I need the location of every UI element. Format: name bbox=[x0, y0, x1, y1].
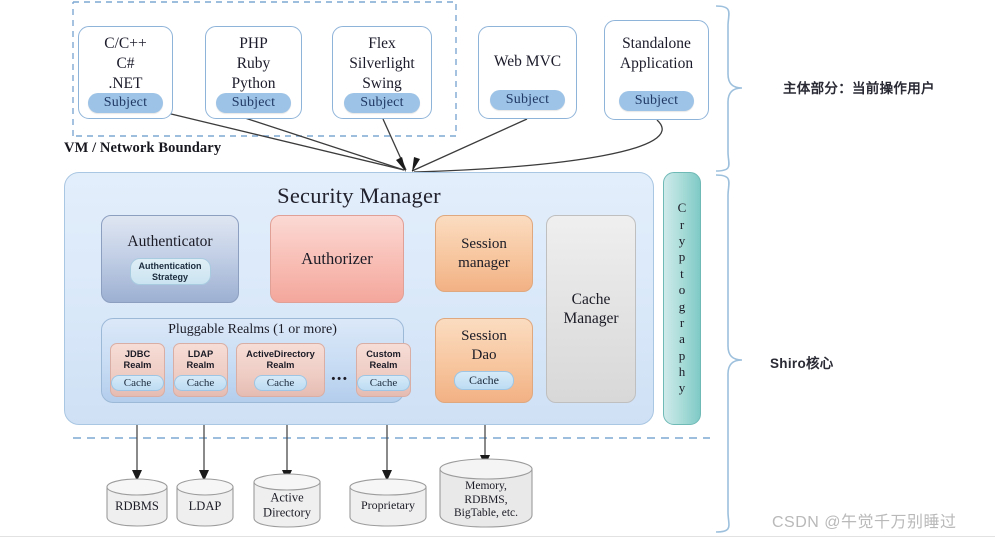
client-box-flex[interactable]: Flex Silverlight Swing Subject bbox=[332, 26, 432, 119]
datastore-active-directory[interactable]: Active Directory bbox=[252, 472, 322, 529]
client-label: C/C++ C# .NET bbox=[104, 35, 147, 92]
authorizer-label: Authorizer bbox=[301, 249, 373, 268]
datastore-rdbms[interactable]: RDBMS bbox=[105, 477, 169, 527]
subject-pill[interactable]: Subject bbox=[215, 93, 292, 114]
datastore-ldap[interactable]: LDAP bbox=[175, 477, 235, 527]
datastore-memory[interactable]: Memory, RDBMS, BigTable, etc. bbox=[438, 457, 534, 529]
datastore-label: Proprietary bbox=[361, 498, 415, 513]
subject-pill[interactable]: Subject bbox=[87, 93, 164, 114]
session-dao-label: Session Dao bbox=[461, 328, 507, 363]
brace-subject-part bbox=[715, 5, 743, 172]
realm-box-jdbc[interactable]: JDBC Realm Cache bbox=[110, 343, 165, 397]
cryptography-letter: a bbox=[679, 331, 685, 347]
client-box-standalone[interactable]: Standalone Application Subject bbox=[604, 20, 709, 120]
cryptography-letter: p bbox=[678, 347, 686, 363]
subject-pill[interactable]: Subject bbox=[344, 93, 420, 114]
client-label: Web MVC bbox=[493, 53, 562, 70]
arrowhead-left bbox=[396, 157, 406, 172]
realm-cache-pill[interactable]: Cache bbox=[173, 375, 228, 392]
vm-network-boundary-label: VM / Network Boundary bbox=[64, 140, 222, 156]
authenticator-box[interactable]: Authenticator Authentication Strategy bbox=[101, 215, 239, 303]
annotation-subject-part: 主体部分：当前操作用户 bbox=[783, 81, 935, 96]
cryptography-letter: y bbox=[678, 233, 686, 248]
client-label: Standalone Application bbox=[619, 35, 694, 72]
cryptography-letter: o bbox=[678, 282, 686, 298]
realm-label: JDBC Realm bbox=[123, 348, 152, 370]
session-dao-cache-pill[interactable]: Cache bbox=[454, 370, 514, 390]
client-label: PHP Ruby Python bbox=[231, 35, 276, 92]
cryptography-letter: r bbox=[679, 314, 685, 330]
client-box-c-cpp[interactable]: C/C++ C# .NET Subject bbox=[78, 26, 173, 119]
authenticator-label: Authenticator bbox=[127, 232, 213, 250]
datastore-proprietary[interactable]: Proprietary bbox=[348, 477, 428, 527]
cryptography-letter: r bbox=[679, 216, 685, 232]
authentication-strategy-pill[interactable]: Authentication Strategy bbox=[129, 257, 211, 286]
arrowhead-right bbox=[412, 157, 420, 172]
client-box-web-mvc[interactable]: Web MVC Subject bbox=[478, 26, 577, 119]
cryptography-label: Cryptography bbox=[678, 200, 687, 397]
realms-ellipsis: ... bbox=[331, 364, 349, 385]
pluggable-realms-box: Pluggable Realms (1 or more) JDBC Realm … bbox=[101, 318, 411, 403]
realm-box-custom[interactable]: Custom Realm Cache bbox=[356, 343, 411, 397]
realm-box-active-directory[interactable]: ActiveDirectory Realm Cache bbox=[236, 343, 325, 397]
cryptography-letter: g bbox=[678, 298, 686, 314]
cryptography-letter: t bbox=[680, 265, 684, 281]
cryptography-letter: C bbox=[677, 200, 687, 216]
watermark: CSDN @午觉千万别睡过 bbox=[772, 514, 957, 531]
realm-label: ActiveDirectory Realm bbox=[246, 348, 315, 370]
session-manager-label: Session manager bbox=[458, 235, 510, 271]
subject-to-securitymanager-arrows bbox=[166, 112, 663, 173]
security-manager-container: Security Manager Authenticator Authentic… bbox=[64, 172, 654, 425]
datastore-label: LDAP bbox=[188, 498, 222, 513]
cryptography-letter: y bbox=[678, 380, 686, 396]
realm-cache-pill[interactable]: Cache bbox=[253, 375, 308, 392]
session-manager-box[interactable]: Session manager bbox=[435, 215, 533, 292]
annotation-shiro-core: Shiro核心 bbox=[770, 356, 834, 371]
datastore-label: Active Directory bbox=[263, 490, 311, 520]
security-manager-title: Security Manager bbox=[277, 183, 441, 208]
realm-cache-pill[interactable]: Cache bbox=[356, 375, 411, 392]
realm-label: LDAP Realm bbox=[186, 348, 215, 370]
realm-label: Custom Realm bbox=[366, 348, 401, 370]
pluggable-realms-title: Pluggable Realms (1 or more) bbox=[168, 322, 337, 337]
cryptography-letter: p bbox=[678, 249, 686, 265]
cache-manager-box[interactable]: Cache Manager bbox=[546, 215, 636, 403]
cache-manager-label: Cache Manager bbox=[563, 290, 619, 327]
client-box-php[interactable]: PHP Ruby Python Subject bbox=[205, 26, 302, 119]
realm-cache-pill[interactable]: Cache bbox=[110, 375, 165, 392]
cryptography-box[interactable]: Cryptography bbox=[663, 172, 701, 425]
session-dao-box[interactable]: Session Dao Cache bbox=[435, 318, 533, 403]
subject-pill[interactable]: Subject bbox=[489, 90, 566, 110]
cryptography-letter: h bbox=[678, 364, 686, 379]
datastore-label: RDBMS bbox=[115, 498, 159, 513]
subject-pill[interactable]: Subject bbox=[618, 91, 695, 111]
realm-box-ldap[interactable]: LDAP Realm Cache bbox=[173, 343, 228, 397]
brace-shiro-core bbox=[715, 174, 743, 533]
authorizer-box[interactable]: Authorizer bbox=[270, 215, 404, 303]
datastore-label: Memory, RDBMS, BigTable, etc. bbox=[453, 480, 519, 519]
client-label: Flex Silverlight Swing bbox=[349, 35, 415, 92]
shiro-architecture-diagram: C/C++ C# .NET Subject PHP Ruby Python Su… bbox=[0, 0, 995, 537]
